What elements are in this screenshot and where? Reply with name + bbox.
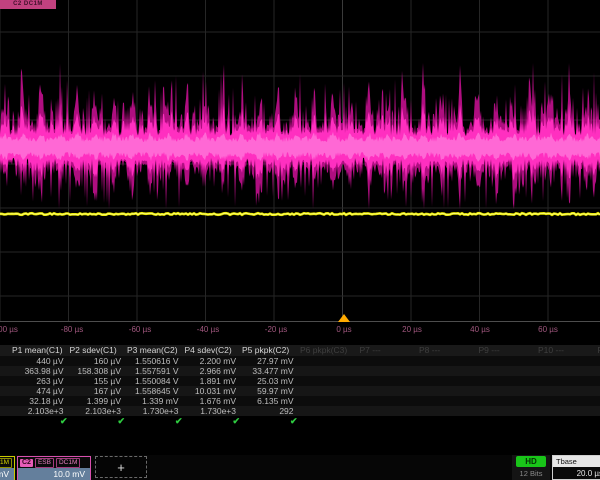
stat-cell-min: 155 µV <box>64 376 122 386</box>
channel2-descriptor[interactable]: C2 ESB DC1M 10.0 mV <box>17 456 91 480</box>
timebase-descriptor[interactable]: Tbase 20.0 µs <box>552 455 600 480</box>
time-axis-label: -60 µs <box>129 325 151 334</box>
trace-label-badge[interactable]: C2 DC1M <box>0 0 56 9</box>
measure-header[interactable]: P3 mean(C2) <box>127 345 179 355</box>
stat-cell-min: 1.550084 V <box>121 376 179 386</box>
oscilloscope-screen: C2 DC1M 00 µs -80 µs -60 µs -40 µs -20 µs 0 µ… <box>0 0 600 480</box>
c1-coupling-tag: DC1M <box>0 458 12 468</box>
hd-bits-label: 12 Bits <box>512 469 550 478</box>
c1-volts-per-div: 10.0 mV <box>0 468 14 480</box>
measure-status-check: ✔ <box>236 416 298 427</box>
measure-header-inactive[interactable]: P10 --- <box>538 345 598 355</box>
time-axis-label: 00 µs <box>0 325 18 334</box>
stat-cell-min: 25.03 mV <box>236 376 294 386</box>
time-axis-label: 40 µs <box>470 325 490 334</box>
stat-cell-sdev: 1.676 mV <box>179 396 237 406</box>
channel1-flat-trace <box>0 213 600 215</box>
measure-header-inactive[interactable]: P6 pkpk(C3) <box>300 345 360 355</box>
stat-cell-max: 59.97 mV <box>236 386 294 396</box>
time-axis: 00 µs -80 µs -60 µs -40 µs -20 µs 0 µs 20 µs 40… <box>0 325 600 338</box>
timebase-title: Tbase <box>553 456 600 467</box>
stat-cell-mean: 158.308 µV <box>64 366 122 376</box>
measurement-table: P1 mean(C1) P2 sdev(C1) P3 mean(C2) P4 sdev… <box>0 345 600 431</box>
stat-cell-mean: 33.477 mV <box>236 366 294 376</box>
stat-cell-max: 10.031 mV <box>179 386 237 396</box>
stat-cell-value: 160 µV <box>64 356 122 366</box>
measure-status-check: ✔ <box>64 416 126 427</box>
c2-coupling-tag: DC1M <box>56 458 80 468</box>
stat-cell-min: 1.891 mV <box>179 376 237 386</box>
timebase-per-div: 20.0 µs <box>553 467 600 480</box>
measure-header-inactive[interactable]: P8 --- <box>419 345 479 355</box>
waveform-area <box>0 0 600 344</box>
c2-eres-tag: ESB <box>35 458 54 468</box>
stat-cell-num: 2.103e+3 <box>64 406 122 416</box>
stat-cell-sdev: 6.135 mV <box>236 396 294 406</box>
measure-status-check: ✔ <box>6 416 68 427</box>
time-axis-label: 60 µs <box>538 325 558 334</box>
stat-cell-num: 1.730e+3 <box>121 406 179 416</box>
channel2-noise-trace <box>0 63 600 209</box>
stat-cell-mean: 1.557591 V <box>121 366 179 376</box>
measure-status-check: ✔ <box>121 416 183 427</box>
stat-cell-min: 263 µV <box>6 376 64 386</box>
stat-cell-mean: 363.98 µV <box>6 366 64 376</box>
stat-cell-sdev: 32.18 µV <box>6 396 64 406</box>
stat-cell-sdev: 1.339 mV <box>121 396 179 406</box>
stat-cell-max: 167 µV <box>64 386 122 396</box>
stat-cell-max: 474 µV <box>6 386 64 396</box>
descriptor-bar: DC1M 10.0 mV C2 ESB DC1M 10.0 mV + HD 12… <box>0 455 600 480</box>
c2-label: C2 <box>20 459 33 467</box>
c2-volts-per-div: 10.0 mV <box>18 468 90 480</box>
stat-cell-max: 1.558645 V <box>121 386 179 396</box>
time-axis-label: -40 µs <box>197 325 219 334</box>
stat-cell-value: 27.97 mV <box>236 356 294 366</box>
measure-header[interactable]: P5 pkpk(C2) <box>242 345 294 355</box>
hd-mode-badge[interactable]: HD <box>516 456 546 467</box>
measure-header-inactive[interactable]: P9 --- <box>479 345 539 355</box>
stat-cell-value: 440 µV <box>6 356 64 366</box>
measure-header[interactable]: P1 mean(C1) <box>12 345 64 355</box>
time-axis-label: 0 µs <box>336 325 351 334</box>
channel1-descriptor[interactable]: DC1M 10.0 mV <box>0 456 15 480</box>
hd-mode-panel: HD 12 Bits <box>512 455 550 480</box>
time-axis-label: -20 µs <box>265 325 287 334</box>
measure-header[interactable]: P2 sdev(C1) <box>70 345 122 355</box>
stat-cell-mean: 2.966 mV <box>179 366 237 376</box>
stat-cell-sdev: 1.399 µV <box>64 396 122 406</box>
stat-cell-num: 292 <box>236 406 294 416</box>
add-trace-button[interactable]: + <box>95 456 147 478</box>
stat-cell-value: 1.550616 V <box>121 356 179 366</box>
trigger-position-marker[interactable] <box>338 314 350 322</box>
measure-header-inactive[interactable]: P7 --- <box>360 345 420 355</box>
time-axis-label: 20 µs <box>402 325 422 334</box>
time-axis-label: -80 µs <box>61 325 83 334</box>
stat-cell-value: 2.200 mV <box>179 356 237 366</box>
measure-status-check: ✔ <box>179 416 241 427</box>
stat-cell-num: 2.103e+3 <box>6 406 64 416</box>
measure-header[interactable]: P4 sdev(C2) <box>185 345 237 355</box>
stat-cell-num: 1.730e+3 <box>179 406 237 416</box>
